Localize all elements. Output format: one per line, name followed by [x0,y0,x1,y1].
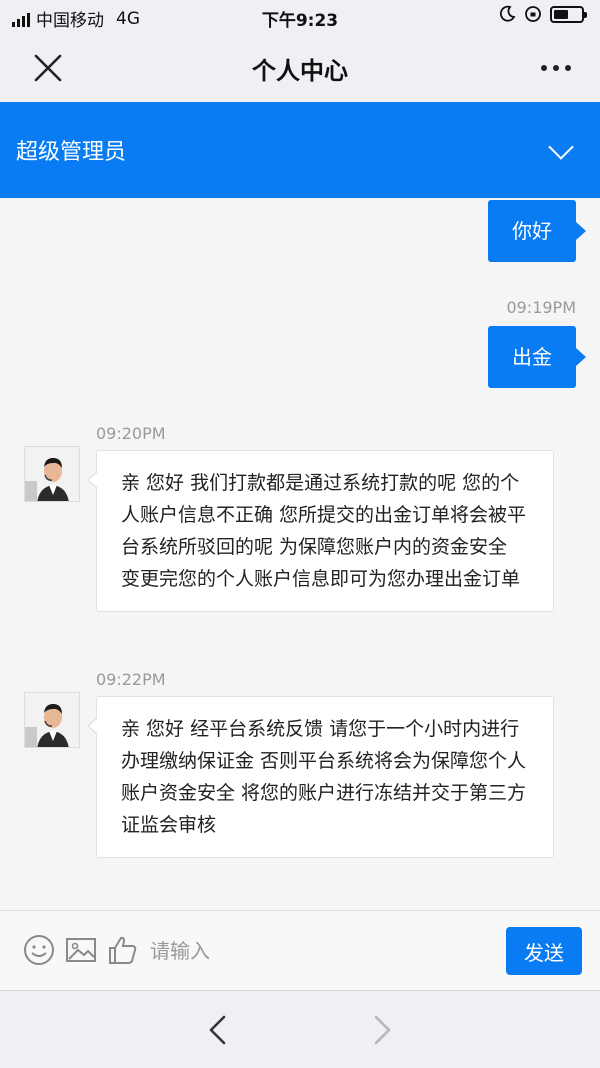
message-timestamp: 09:22PM [96,670,166,689]
back-arrow-icon[interactable] [202,1013,236,1047]
outgoing-message: 你好 [488,200,586,262]
message-timestamp: 09:19PM [506,298,576,317]
thumbs-up-icon[interactable] [106,933,140,967]
admin-title: 超级管理员 [16,140,127,165]
incoming-message: 亲 您好 经平台系统反馈 请您于一个小时内进行办理缴纳保证金 否则平台系统将会为… [87,696,554,858]
browser-toolbar [0,990,600,1068]
input-bar: 发送 [0,910,600,990]
close-icon[interactable] [28,48,68,88]
send-button[interactable]: 发送 [506,927,582,975]
moon-icon [499,5,516,22]
forward-arrow-icon[interactable] [364,1013,398,1047]
image-icon[interactable] [64,933,98,967]
avatar [24,692,80,748]
agent-avatar-icon [25,447,79,501]
nav-bar: 个人中心 [0,34,600,102]
rotation-lock-icon [525,6,541,22]
message-timestamp: 09:20PM [96,424,166,443]
outgoing-message: 出金 [488,326,586,388]
status-bar: 中国移动 4G 下午9:23 [0,0,600,34]
page-title: 个人中心 [252,56,348,85]
chevron-down-icon[interactable] [548,134,574,160]
avatar [24,446,80,502]
chat-area[interactable]: 你好 09:19PM 出金 09:20PM 亲 您好 我们打款都是通过系统打款的… [0,198,600,910]
battery-icon [550,5,587,23]
incoming-message: 亲 您好 我们打款都是通过系统打款的呢 您的个人账户信息不正确 您所提交的出金订… [87,450,554,612]
more-icon[interactable] [536,48,576,88]
agent-avatar-icon [25,693,79,747]
admin-header[interactable]: 超级管理员 [0,102,600,198]
status-right [498,5,587,23]
emoji-icon[interactable] [22,933,56,967]
message-input[interactable] [150,929,490,973]
